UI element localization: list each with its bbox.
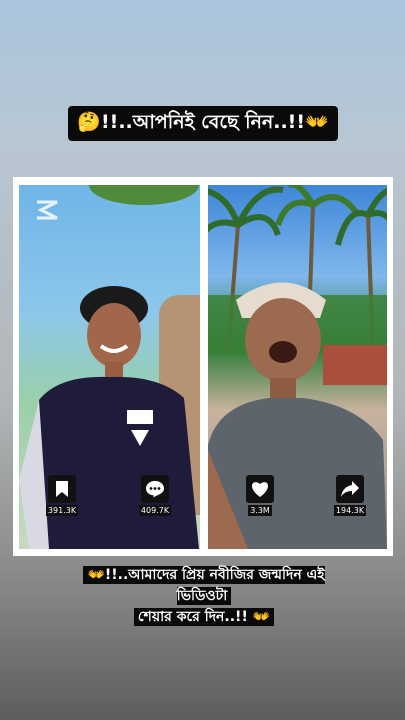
comment-icon	[141, 475, 169, 503]
video-collage: 391.3K 409.7K 3.3M 194.3K	[13, 177, 393, 556]
top-caption-text: 🤔!!..আপনিই বেছে নিন..!!👐	[77, 110, 329, 133]
capcut-logo-icon	[37, 200, 58, 220]
like-stat[interactable]: 3.3M	[241, 475, 279, 516]
right-video-pane[interactable]: 3.3M 194.3K	[208, 185, 387, 549]
comment-count: 409.7K	[138, 505, 172, 516]
bottom-caption: 👐!!..আমাদের প্রিয় নবীজির জন্মদিন এই ভিড…	[60, 565, 348, 628]
share-stat[interactable]: 194.3K	[331, 475, 369, 516]
foliage	[89, 185, 199, 205]
like-count: 3.3M	[248, 505, 272, 516]
top-caption: 🤔!!..আপনিই বেছে নিন..!!👐	[68, 106, 338, 141]
bottom-caption-line1: 👐!!..আমাদের প্রিয় নবীজির জন্মদিন এই ভিড…	[83, 566, 325, 605]
bookmark-stat[interactable]: 391.3K	[43, 475, 81, 516]
share-count: 194.3K	[333, 505, 367, 516]
bottom-caption-line2: শেয়ার করে দিন..!! 👐	[133, 608, 275, 626]
share-icon	[336, 475, 364, 503]
bookmark-icon	[48, 475, 76, 503]
bookmark-count: 391.3K	[45, 505, 79, 516]
heart-icon	[246, 475, 274, 503]
comment-stat[interactable]: 409.7K	[136, 475, 174, 516]
left-video-pane[interactable]: 391.3K 409.7K	[19, 185, 200, 549]
